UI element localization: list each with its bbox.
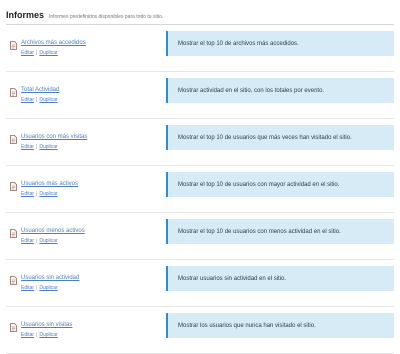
action-separator: | (36, 50, 38, 56)
report-actions: Editar | Duplicar (21, 238, 85, 244)
action-separator: | (36, 238, 38, 244)
edit-link[interactable]: Editar (21, 332, 34, 338)
report-description: Mostrar el top 10 de usuarios con menos … (166, 219, 394, 244)
report-link[interactable]: Usuarios con más visitas (21, 134, 87, 141)
report-row: Usuarios con más visitas Editar | Duplicar… (6, 119, 394, 166)
report-document-icon (10, 323, 17, 332)
report-row: Usuarios menos activos Editar | Duplicar M… (6, 213, 394, 260)
duplicate-link[interactable]: Duplicar (39, 50, 57, 56)
action-separator: | (36, 285, 38, 291)
edit-link[interactable]: Editar (21, 97, 34, 103)
duplicate-link[interactable]: Duplicar (39, 191, 57, 197)
report-actions: Editar | Duplicar (21, 332, 72, 338)
report-description: Mostrar usuarios sin actividad en el sit… (166, 266, 394, 291)
report-link[interactable]: Archivos más accedidos (21, 40, 86, 47)
duplicate-link[interactable]: Duplicar (39, 144, 57, 150)
report-actions: Editar | Duplicar (21, 285, 79, 291)
report-description: Mostrar el top 10 de usuarios que más ve… (166, 125, 394, 150)
edit-link[interactable]: Editar (21, 144, 34, 150)
action-separator: | (36, 191, 38, 197)
report-link[interactable]: Usuarios más activos (21, 181, 78, 188)
report-document-icon (10, 276, 17, 285)
report-row: Usuarios más activos Editar | Duplicar Mos… (6, 166, 394, 213)
report-link[interactable]: Usuarios sin actividad (21, 275, 79, 282)
report-description: Mostrar el top 10 de archivos más accedi… (166, 31, 394, 56)
action-separator: | (36, 332, 38, 338)
report-document-icon (10, 88, 17, 97)
duplicate-link[interactable]: Duplicar (39, 238, 57, 244)
report-actions: Editar | Duplicar (21, 144, 87, 150)
report-row: Total Actividad Editar | Duplicar Mostrar … (6, 72, 394, 119)
report-link[interactable]: Usuarios menos activos (21, 228, 85, 235)
edit-link[interactable]: Editar (21, 50, 34, 56)
report-list: Archivos más accedidos Editar | Duplicar M… (6, 25, 394, 354)
report-document-icon (10, 41, 17, 50)
edit-link[interactable]: Editar (21, 238, 34, 244)
report-description: Mostrar actividad en el sitio, con los t… (166, 78, 394, 103)
edit-link[interactable]: Editar (21, 285, 34, 291)
duplicate-link[interactable]: Duplicar (39, 97, 57, 103)
action-separator: | (36, 144, 38, 150)
report-link[interactable]: Usuarios sin visitas (21, 322, 72, 329)
edit-link[interactable]: Editar (21, 191, 34, 197)
report-description: Mostrar el top 10 de usuarios con mayor … (166, 172, 394, 197)
page-title: Informes (6, 10, 45, 20)
page-subtitle: Informes predefinidos disponibles para t… (49, 14, 164, 20)
page-header: Informes Informes predefinidos disponibl… (6, 10, 394, 25)
report-actions: Editar | Duplicar (21, 50, 86, 56)
report-actions: Editar | Duplicar (21, 97, 59, 103)
report-row: Usuarios sin actividad Editar | Duplicar M… (6, 260, 394, 307)
report-row: Archivos más accedidos Editar | Duplicar M… (6, 25, 394, 72)
report-link[interactable]: Total Actividad (21, 87, 59, 94)
report-document-icon (10, 135, 17, 144)
report-document-icon (10, 182, 17, 191)
duplicate-link[interactable]: Duplicar (39, 285, 57, 291)
action-separator: | (36, 97, 38, 103)
duplicate-link[interactable]: Duplicar (39, 332, 57, 338)
report-description: Mostrar los usuarios que nunca han visit… (166, 313, 394, 338)
report-document-icon (10, 229, 17, 238)
report-row: Usuarios sin visitas Editar | Duplicar Mos… (6, 307, 394, 354)
report-actions: Editar | Duplicar (21, 191, 78, 197)
